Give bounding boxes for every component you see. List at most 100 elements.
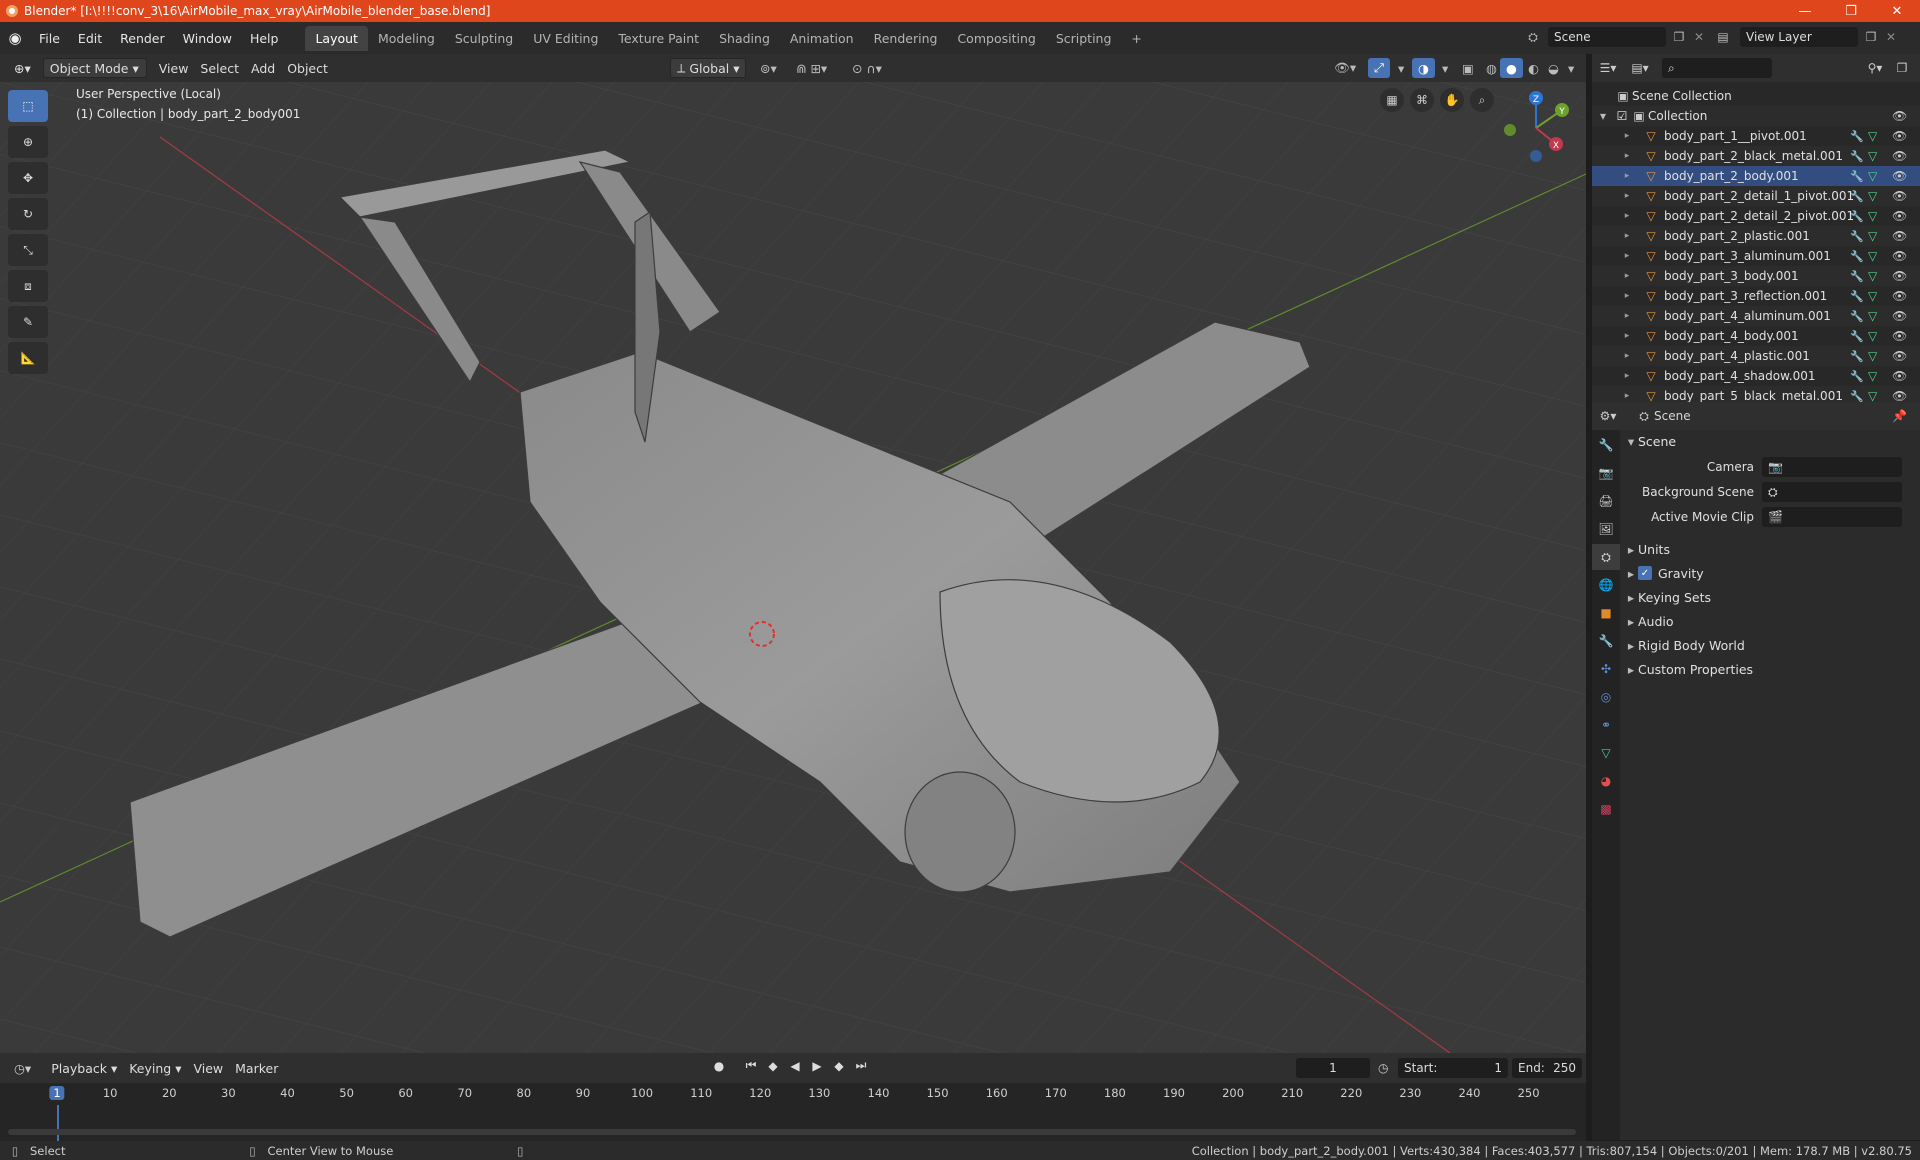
zoom-icon[interactable]: ⌕ [1470,88,1494,112]
visibility-eye-icon[interactable]: 👁 [1892,309,1907,323]
visibility-eye-icon[interactable]: 👁 [1892,289,1907,303]
visibility-eye-icon[interactable]: 👁 [1892,269,1907,283]
visibility-eye-icon[interactable]: 👁 [1892,209,1907,223]
expand-arrow-icon[interactable]: ▸ [1612,191,1642,201]
maximize-button[interactable]: ❐ [1828,0,1874,22]
menu-edit[interactable]: Edit [69,31,111,46]
cursor-tool[interactable]: ⊕ [8,126,48,158]
scene-selector[interactable]: Scene [1548,27,1666,47]
collection-checkbox-icon[interactable]: ☑ [1614,109,1630,123]
tab-scripting[interactable]: Scripting [1046,26,1122,51]
current-frame-field[interactable]: 1 [1296,1058,1370,1078]
expand-arrow-icon[interactable]: ▸ [1612,371,1642,381]
close-button[interactable]: ✕ [1874,0,1920,22]
delete-view-layer-icon[interactable]: ✕ [1884,30,1898,44]
3d-viewport[interactable]: ⬚ ⊕ ✥ ↻ ⤡ ⧈ ✎ 📐 User Perspective (Local)… [0,82,1586,1053]
mesh-data-icon[interactable]: ▽ [1868,209,1877,223]
timeline-scrollbar[interactable] [8,1129,1576,1135]
display-mode-icon[interactable]: ▤▾ [1624,61,1656,75]
modifier-icon[interactable]: 🔧 [1850,150,1864,163]
outliner-object-row[interactable]: ▸ ▽ body_part_4_plastic.001 🔧 ▽ 👁 [1592,346,1920,366]
visibility-icon[interactable]: 👁▾ [1328,58,1362,78]
keying-menu[interactable]: Keying ▾ [123,1058,187,1078]
clock-icon[interactable]: ◷ [1378,1061,1388,1075]
modifier-icon[interactable]: 🔧 [1850,290,1864,303]
expand-arrow-icon[interactable]: ▸ [1612,391,1642,401]
menu-file[interactable]: File [30,31,69,46]
playback-menu[interactable]: Playback ▾ [45,1058,123,1078]
scene-panel-header[interactable]: ▾ Scene [1624,430,1916,452]
modifier-icon[interactable]: 🔧 [1850,350,1864,363]
delete-scene-icon[interactable]: ✕ [1692,30,1706,44]
frame-ruler[interactable]: 1 10 20 30 40 50 60 70 80 90 100 110 120 130 140 150 160… [0,1083,1586,1105]
scene-collection-row[interactable]: ▣ Scene Collection [1592,86,1920,106]
snap-icon[interactable]: ⋒ ⊞▾ [790,58,833,78]
gizmo-dropdown-icon[interactable]: ▾ [1392,58,1410,78]
editor-type-icon[interactable]: ⊕▾ [8,58,37,78]
visibility-eye-icon[interactable]: 👁 [1892,189,1907,203]
minimize-button[interactable]: — [1782,0,1828,22]
view-menu[interactable]: View [153,58,195,78]
visibility-eye-icon[interactable]: 👁 [1892,129,1907,143]
outliner-object-row[interactable]: ▸ ▽ body_part_1__pivot.001 🔧 ▽ 👁 [1592,126,1920,146]
view-layer-selector[interactable]: View Layer [1740,27,1858,47]
play-icon[interactable]: ▶ [808,1058,826,1073]
outliner-object-row[interactable]: ▸ ▽ body_part_4_body.001 🔧 ▽ 👁 [1592,326,1920,346]
render-tab-icon[interactable]: 📷 [1592,460,1620,486]
transform-tool[interactable]: ⧈ [8,270,48,302]
modifier-icon[interactable]: 🔧 [1850,190,1864,203]
background-scene-field[interactable]: ⛭ [1762,482,1902,502]
mesh-data-icon[interactable]: ▽ [1868,309,1877,323]
play-reverse-icon[interactable]: ◀ [786,1058,804,1073]
menu-window[interactable]: Window [174,31,241,46]
modifier-icon[interactable]: 🔧 [1850,330,1864,343]
collection-visibility-eye-icon[interactable]: 👁 [1892,109,1907,123]
measure-tool[interactable]: 📐 [8,342,48,374]
tab-modeling[interactable]: Modeling [368,26,445,51]
expand-arrow-icon[interactable]: ▸ [1612,251,1642,261]
playhead[interactable] [57,1105,59,1141]
material-tab-icon[interactable]: ◕ [1592,768,1620,794]
custom-properties-section[interactable]: ▸ Custom Properties [1624,658,1916,680]
menu-help[interactable]: Help [241,31,288,46]
mesh-data-icon[interactable]: ▽ [1868,149,1877,163]
overlay-toggle-icon[interactable]: ◑ [1412,58,1435,78]
particles-tab-icon[interactable]: ✣ [1592,656,1620,682]
rotate-tool[interactable]: ↻ [8,198,48,230]
outliner-editor-icon[interactable]: ☰▾ [1592,61,1624,75]
expand-arrow-icon[interactable]: ▸ [1612,211,1642,221]
gizmo-toggle-icon[interactable]: ⤢ [1368,58,1391,78]
object-mode-dropdown[interactable]: Object Mode ▾ [42,58,147,78]
expand-arrow-icon[interactable]: ▸ [1612,291,1642,301]
outliner-object-row[interactable]: ▸ ▽ body_part_2_detail_1_pivot.001 🔧 ▽ 👁 [1592,186,1920,206]
axis-gizmo[interactable]: Z Y X [1496,88,1576,168]
new-collection-icon[interactable]: ❐ [1892,61,1912,75]
jump-end-icon[interactable]: ⏭ [852,1058,870,1073]
modifier-icon[interactable]: 🔧 [1850,230,1864,243]
xray-icon[interactable]: ▣ [1456,58,1480,78]
next-keyframe-icon[interactable]: ◆ [830,1058,848,1073]
modifier-tab-icon[interactable]: 🔧 [1592,628,1620,654]
end-frame-field[interactable]: End: 250 [1512,1058,1582,1078]
visibility-eye-icon[interactable]: 👁 [1892,149,1907,163]
visibility-eye-icon[interactable]: 👁 [1892,249,1907,263]
outliner-object-row[interactable]: ▸ ▽ body_part_2_detail_2_pivot.001 🔧 ▽ 👁 [1592,206,1920,226]
new-view-layer-icon[interactable]: ❐ [1862,30,1880,44]
gravity-section[interactable]: ▸ ✓ Gravity [1624,562,1916,584]
tab-sculpting[interactable]: Sculpting [445,26,523,51]
tab-uv-editing[interactable]: UV Editing [523,26,608,51]
texture-tab-icon[interactable]: ▩ [1592,796,1620,822]
move-tool[interactable]: ✥ [8,162,48,194]
modifier-icon[interactable]: 🔧 [1850,390,1864,403]
mesh-data-icon[interactable]: ▽ [1868,369,1877,383]
data-tab-icon[interactable]: ▽ [1592,740,1620,766]
mesh-data-icon[interactable]: ▽ [1868,389,1877,403]
camera-view-icon[interactable]: ⌘ [1410,88,1434,112]
add-workspace-button[interactable]: + [1121,26,1151,51]
view-layer-tab-icon[interactable]: 🖼 [1592,516,1620,542]
rigid-body-world-section[interactable]: ▸ Rigid Body World [1624,634,1916,656]
mesh-data-icon[interactable]: ▽ [1868,169,1877,183]
pan-hand-icon[interactable]: ✋ [1440,88,1464,112]
timeline-view-menu[interactable]: View [187,1058,229,1078]
visibility-eye-icon[interactable]: 👁 [1892,229,1907,243]
